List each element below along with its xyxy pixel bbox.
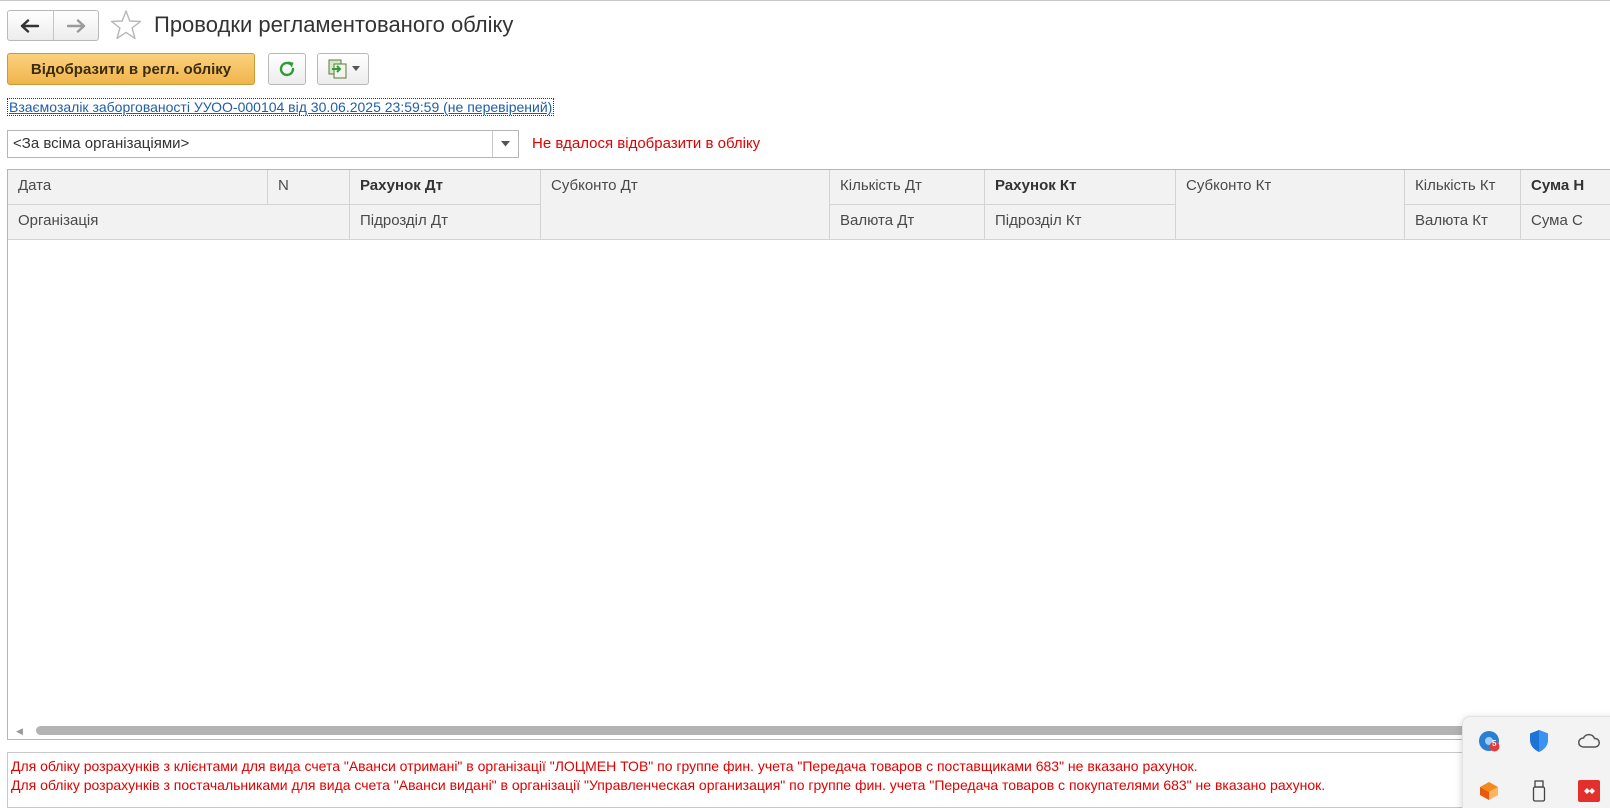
anydesk-icon[interactable] [1575,777,1603,805]
posting-status-warning: Не вдалося відобразити в обліку [532,135,761,152]
browser-icon[interactable]: 5 [1475,727,1503,755]
messages-panel: Для обліку розрахунків з клієнтами для в… [7,752,1610,808]
column-header-subconto-dt[interactable]: Субконто Дт [541,170,830,240]
column-header-sum-currency[interactable]: Сума С [1521,205,1610,240]
system-tray-popup: 5 [1462,716,1610,808]
column-header-sum[interactable]: Сума Н [1521,170,1610,205]
forward-button[interactable] [52,11,98,40]
column-header-dept-dt[interactable]: Підрозділ Дт [350,205,541,240]
favorite-star-icon[interactable] [110,9,142,41]
column-header-date[interactable]: Дата [8,170,268,205]
column-header-account-kt[interactable]: Рахунок Кт [985,170,1176,205]
onedrive-cloud-icon[interactable] [1575,727,1603,755]
column-header-subconto-kt[interactable]: Субконто Кт [1176,170,1405,240]
browser-badge: 5 [1492,739,1497,748]
organization-select[interactable]: <За всіма організаціями> [7,130,519,158]
office-app-icon[interactable] [1475,777,1503,805]
organization-select-value[interactable]: <За всіма організаціями> [8,131,492,157]
column-header-account-dt[interactable]: Рахунок Дт [350,170,541,205]
scrollbar-thumb[interactable] [36,726,1486,735]
organization-select-dropdown-button[interactable] [492,131,518,157]
column-header-qty-dt[interactable]: Кількість Дт [830,170,985,205]
page-title: Проводки регламентованого обліку [154,12,514,37]
column-header-currency-kt[interactable]: Валюта Кт [1405,205,1521,240]
arrow-right-icon [66,18,86,33]
dropdown-arrow-icon [351,66,360,71]
document-link[interactable]: Взаємозалік заборгованості УУОО-000104 в… [6,98,555,116]
usb-drive-icon[interactable] [1525,777,1553,805]
defender-shield-icon[interactable] [1525,727,1553,755]
column-header-organization[interactable]: Організація [8,205,350,240]
refresh-button[interactable] [268,53,306,85]
post-to-accounting-button[interactable]: Відобразити в регл. обліку [7,53,255,85]
history-nav [7,10,99,41]
report-menu-button[interactable] [317,53,369,85]
message-line[interactable]: Для обліку розрахунків з клієнтами для в… [11,757,1610,776]
horizontal-scrollbar[interactable]: ◀ [8,723,1610,737]
column-header-currency-dt[interactable]: Валюта Дт [830,205,985,240]
report-icon [328,59,346,79]
arrow-left-icon [21,18,40,33]
back-button[interactable] [8,11,53,40]
column-header-dept-kt[interactable]: Підрозділ Кт [985,205,1176,240]
refresh-icon [279,61,295,77]
scroll-left-icon[interactable]: ◀ [16,726,23,737]
column-header-qty-kt[interactable]: Кількість Кт [1405,170,1521,205]
postings-table[interactable]: Дата N Рахунок Дт Субконто Дт Кількість … [7,169,1610,740]
column-header-n[interactable]: N [268,170,350,205]
message-line[interactable]: Для обліку розрахунків з постачальниками… [11,776,1610,795]
chevron-down-icon [501,141,510,147]
window-top-border [0,0,1610,1]
